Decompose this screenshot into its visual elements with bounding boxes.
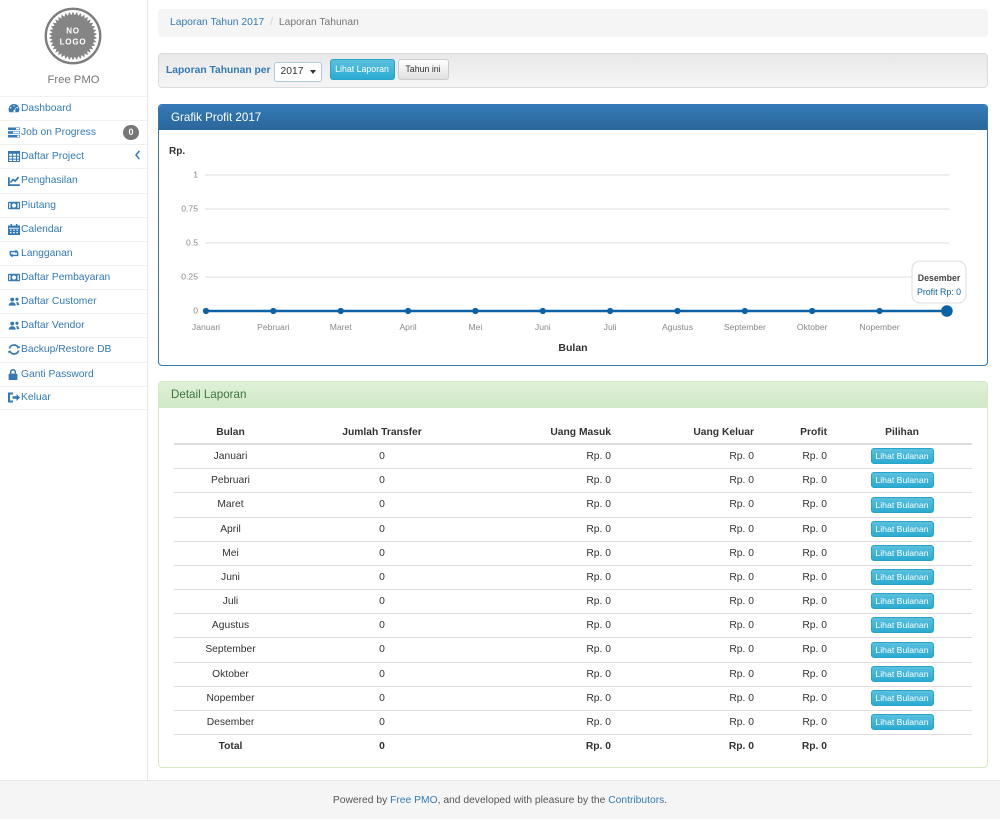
svg-text:Pebruari: Pebruari <box>257 322 290 332</box>
svg-text:Desember: Desember <box>918 273 961 283</box>
svg-text:NO: NO <box>66 27 80 36</box>
svg-text:Profit Rp: 0: Profit Rp: 0 <box>917 287 961 297</box>
svg-text:April: April <box>399 322 416 332</box>
svg-text:Oktober: Oktober <box>797 322 828 332</box>
svg-text:Nopember: Nopember <box>859 322 899 332</box>
svg-text:Juli: Juli <box>604 322 617 332</box>
svg-text:Juni: Juni <box>535 322 551 332</box>
svg-text:Mei: Mei <box>468 322 482 332</box>
svg-text:September: September <box>724 322 766 332</box>
svg-text:Agustus: Agustus <box>662 322 693 332</box>
svg-text:1: 1 <box>193 170 198 180</box>
svg-text:0.5: 0.5 <box>186 238 198 248</box>
svg-text:Maret: Maret <box>330 322 353 332</box>
svg-text:LOGO: LOGO <box>60 38 87 47</box>
svg-text:0.25: 0.25 <box>181 272 198 282</box>
svg-text:Januari: Januari <box>192 322 220 332</box>
svg-text:Rp.: Rp. <box>169 146 185 157</box>
svg-text:Bulan: Bulan <box>558 342 587 354</box>
svg-text:0.75: 0.75 <box>181 204 198 214</box>
svg-text:0: 0 <box>193 306 198 316</box>
